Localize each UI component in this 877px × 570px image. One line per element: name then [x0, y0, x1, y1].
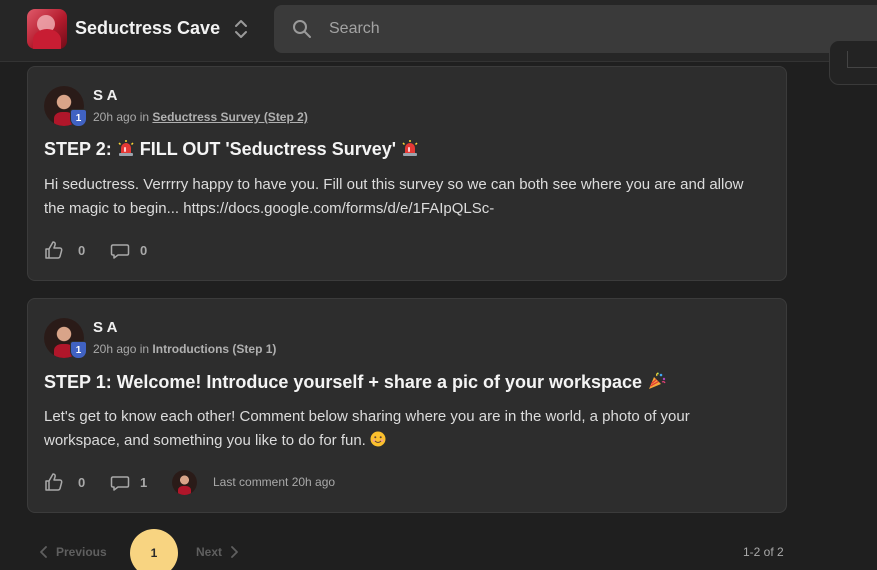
post-body[interactable]: Let's get to know each other! Comment be…: [44, 405, 764, 453]
author-name[interactable]: S A: [93, 319, 117, 336]
like-icon[interactable]: [44, 240, 64, 260]
post-title-prefix: STEP 2:: [44, 139, 117, 159]
post-time: 20h ago: [93, 110, 137, 124]
chevron-right-icon: [231, 546, 238, 558]
comment-icon[interactable]: [110, 473, 130, 493]
comment-count: 1: [140, 475, 148, 490]
top-bar: Seductress Cave: [0, 0, 877, 62]
comment-count: 0: [140, 243, 148, 258]
post-card[interactable]: 1 S A 20h ago in Seductress Survey (Step…: [27, 66, 787, 281]
siren-emoji: [118, 140, 134, 156]
post-body-text: Let's get to know each other! Comment be…: [44, 408, 690, 449]
in-word: in: [139, 342, 150, 356]
previous-page-button[interactable]: Previous: [40, 545, 107, 559]
previous-label: Previous: [56, 545, 107, 559]
party-popper-emoji: [649, 372, 666, 389]
level-badge: 1: [70, 109, 87, 127]
post-category-link[interactable]: Introductions (Step 1): [152, 342, 276, 356]
comment-icon[interactable]: [110, 241, 130, 261]
community-title[interactable]: Seductress Cave: [75, 18, 220, 39]
siren-emoji: [402, 140, 418, 156]
post-category-link[interactable]: Seductress Survey (Step 2): [152, 110, 307, 124]
like-count: 0: [78, 475, 86, 490]
smile-emoji: [370, 431, 386, 447]
post-title-main: FILL OUT 'Seductress Survey': [134, 139, 402, 159]
search-icon: [293, 20, 311, 38]
sidebar-card-fragment: [829, 40, 877, 85]
next-page-button[interactable]: Next: [196, 545, 238, 559]
level-badge: 1: [70, 341, 87, 359]
like-count: 0: [78, 243, 86, 258]
page-1-button[interactable]: 1: [130, 529, 178, 570]
post-time: 20h ago: [93, 342, 137, 356]
post-title[interactable]: STEP 1: Welcome! Introduce yourself + sh…: [44, 371, 667, 393]
results-range: 1-2 of 2: [743, 545, 784, 559]
search-input[interactable]: [329, 18, 849, 40]
next-label: Next: [196, 545, 223, 559]
post-body[interactable]: Hi seductress. Verrrry happy to have you…: [44, 173, 764, 221]
like-icon[interactable]: [44, 472, 64, 492]
in-word: in: [139, 110, 150, 124]
last-comment-time: Last comment 20h ago: [213, 475, 336, 489]
author-name[interactable]: S A: [93, 87, 117, 104]
switch-community-icon[interactable]: [233, 18, 249, 40]
search-bar[interactable]: [274, 5, 877, 53]
chevron-left-icon: [40, 546, 47, 558]
last-commenter-avatar[interactable]: [172, 470, 197, 495]
post-meta: 20h ago in Seductress Survey (Step 2): [93, 110, 308, 124]
post-meta: 20h ago in Introductions (Step 1): [93, 342, 276, 356]
community-logo[interactable]: [27, 9, 67, 49]
post-title-text: STEP 1: Welcome! Introduce yourself + sh…: [44, 372, 648, 392]
post-title[interactable]: STEP 2: FILL OUT 'Seductress Survey': [44, 139, 419, 160]
post-card[interactable]: 1 S A 20h ago in Introductions (Step 1) …: [27, 298, 787, 513]
